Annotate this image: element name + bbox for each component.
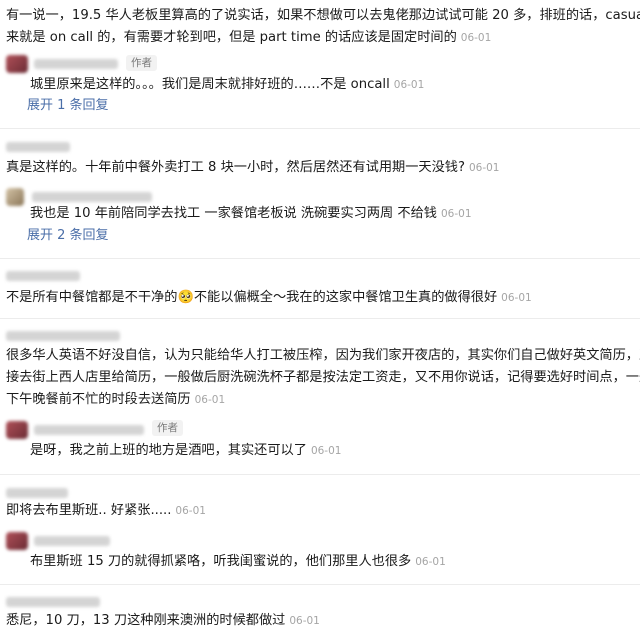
comment-5-text: 即将去布里斯班.. 好紧张..... 06-01	[6, 503, 206, 518]
reply-username[interactable]	[34, 59, 118, 69]
comment-3-text: 不是所有中餐馆都是不干净的🥺不能以偏概全～我在的这家中餐馆卫生真的做得很好 06-…	[6, 290, 532, 305]
comment-date: 06-01	[194, 394, 226, 406]
comment-date: 06-01	[501, 292, 532, 304]
comment-username[interactable]	[6, 271, 80, 281]
divider	[0, 474, 640, 475]
reply-username[interactable]	[34, 425, 144, 435]
comment-4-text: 很多华人英语不好没自信，认为只能给华人打工被压榨，因为我们家开夜店的，其实你们自…	[6, 348, 640, 407]
author-badge: 作者	[126, 55, 157, 71]
comment-6-text: 悉尼，10 刀，13 刀这种刚来澳洲的时候都做过 06-01	[6, 613, 320, 628]
comment-date: 06-01	[175, 505, 206, 517]
avatar[interactable]	[6, 55, 28, 73]
reply-date: 06-01	[415, 556, 446, 568]
reply-text: 我也是 10 年前陪同学去找工 一家餐馆老板说 洗碗要实习两周 不给钱 06-01	[30, 206, 472, 221]
reply-username[interactable]	[34, 536, 110, 546]
comment-username[interactable]	[6, 331, 120, 341]
reply-text: 是呀，我之前上班的地方是酒吧，其实还可以了 06-01	[30, 443, 342, 458]
comment-username[interactable]	[6, 488, 68, 498]
reply-date: 06-01	[393, 79, 425, 91]
expand-replies-link[interactable]: 展开 1 条回复	[27, 96, 109, 116]
comment-username[interactable]	[6, 142, 70, 152]
reply-date: 06-01	[310, 445, 342, 457]
avatar[interactable]	[6, 532, 28, 550]
divider	[0, 318, 640, 319]
avatar[interactable]	[6, 188, 24, 206]
comment-2-text: 真是这样的。十年前中餐外卖打工 8 块一小时，然后居然还有试用期一天没钱? 06-…	[6, 160, 500, 175]
comment-date: 06-01	[468, 162, 500, 174]
avatar[interactable]	[6, 421, 28, 439]
reply-date: 06-01	[441, 208, 472, 220]
comment-date: 06-01	[289, 615, 320, 627]
comment-1-text: 有一说一，19.5 华人老板里算高的了说实话，如果不想做可以去鬼佬那边试试可能 …	[6, 8, 640, 45]
author-badge: 作者	[152, 420, 183, 436]
reply-text: 城里原来是这样的。。。我们是周末就排好班的……不是 oncall 06-01	[30, 77, 425, 92]
divider	[0, 128, 640, 129]
divider	[0, 584, 640, 585]
reply-username[interactable]	[32, 192, 152, 202]
expand-replies-link[interactable]: 展开 2 条回复	[27, 226, 109, 246]
comment-date: 06-01	[460, 32, 492, 44]
pleading-face-emoji-icon: 🥺	[177, 290, 194, 305]
divider	[0, 258, 640, 259]
comment-username[interactable]	[6, 597, 100, 607]
reply-text: 布里斯班 15 刀的就得抓紧咯，听我闺蜜说的，他们那里人也很多 06-01	[30, 554, 446, 569]
